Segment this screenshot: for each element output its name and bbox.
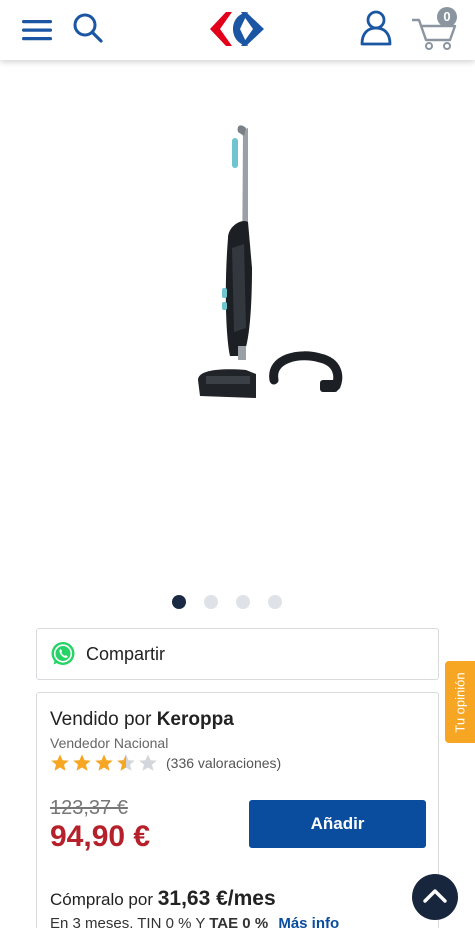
seller-type: Vendedor Nacional	[50, 735, 169, 751]
star-full-icon	[51, 754, 69, 771]
search-icon[interactable]	[70, 10, 106, 46]
whatsapp-icon	[51, 642, 75, 665]
star-full-icon	[73, 754, 91, 771]
chevron-up-icon	[423, 889, 447, 903]
sold-by-line: Vendido por Keroppa	[50, 709, 234, 731]
star-full-icon	[95, 754, 113, 771]
current-price: 94,90 €	[50, 820, 151, 853]
feedback-tab[interactable]: Tu opinión	[445, 661, 475, 743]
installment-tae: TAE 0 %	[209, 915, 269, 928]
image-carousel-dots	[172, 595, 282, 609]
installment-line: Cómpralo por 31,63 €/mes	[50, 887, 276, 911]
seller-name[interactable]: Keroppa	[157, 709, 234, 730]
installment-amount: 31,63 €/mes	[157, 887, 276, 910]
carousel-dot[interactable]	[236, 595, 250, 609]
installment-note-text: En 3 meses. TIN 0 % Y	[50, 915, 206, 928]
carousel-dot[interactable]	[268, 595, 282, 609]
star-empty-icon	[139, 754, 157, 771]
stick-vacuum-cleaner-image[interactable]	[170, 118, 355, 408]
share-button[interactable]: Compartir	[36, 628, 439, 680]
installment-note: En 3 meses. TIN 0 % Y TAE 0 % Más info	[50, 915, 339, 928]
installment-prefix: Cómpralo por	[50, 890, 153, 909]
star-half-icon	[117, 754, 135, 771]
old-price: 123,37 €	[50, 797, 128, 819]
top-header: 0	[0, 0, 475, 60]
sold-by-prefix: Vendido por	[50, 709, 152, 730]
cart-count-badge: 0	[437, 7, 457, 27]
more-info-link[interactable]: Más info	[278, 915, 339, 928]
rating-count[interactable]: (336 valoraciones)	[166, 755, 281, 771]
feedback-label: Tu opinión	[452, 671, 468, 733]
add-to-cart-button[interactable]: Añadir	[249, 800, 426, 848]
rating-stars[interactable]: (336 valoraciones)	[50, 753, 281, 773]
hamburger-menu-icon[interactable]	[20, 14, 54, 46]
share-label: Compartir	[86, 643, 166, 664]
carrefour-logo[interactable]	[206, 9, 268, 49]
scroll-to-top-button[interactable]	[412, 874, 458, 920]
user-icon[interactable]	[358, 8, 394, 48]
carousel-dot[interactable]	[204, 595, 218, 609]
carousel-dot[interactable]	[172, 595, 186, 609]
seller-offer-card: Vendido por Keroppa Vendedor Nacional (3…	[36, 692, 439, 928]
